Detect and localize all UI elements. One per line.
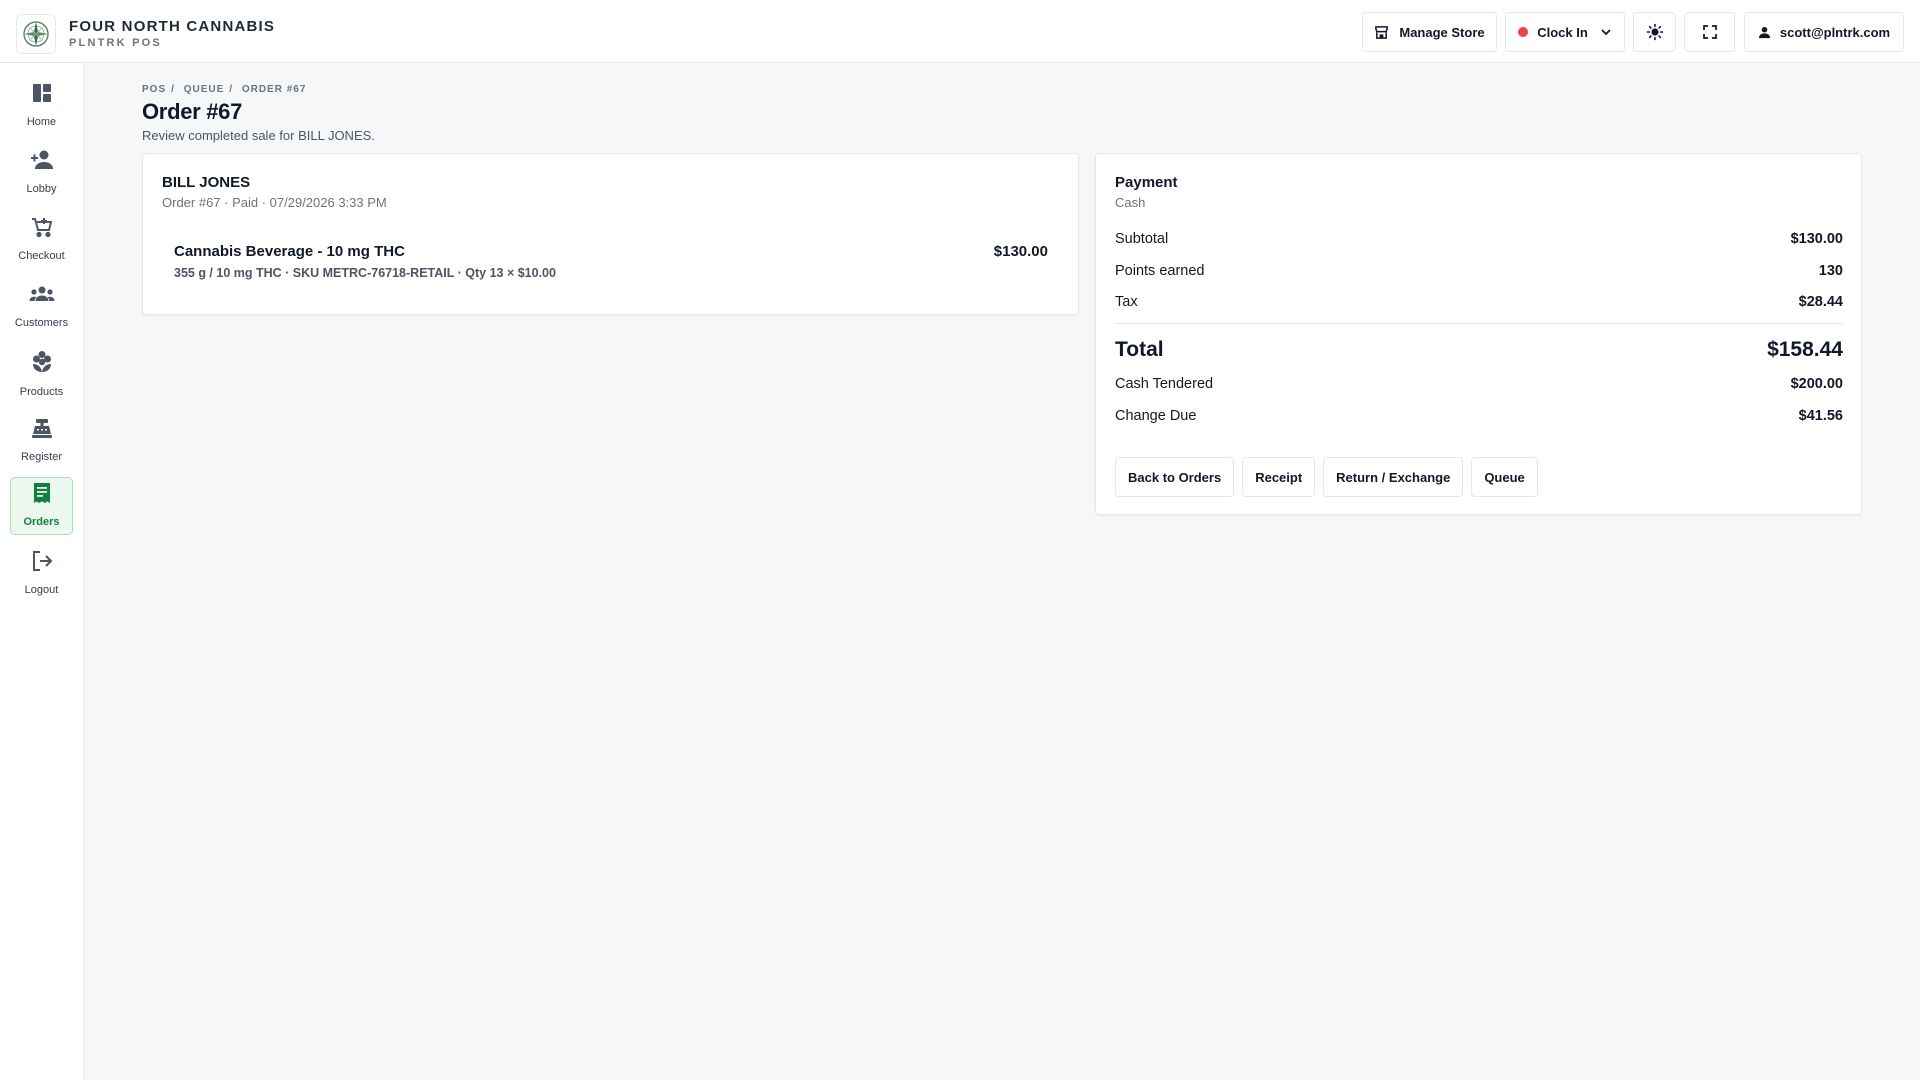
sidebar-item-register[interactable]: Register — [10, 412, 73, 470]
sidebar: Home Lobby Checkout Customers Products R… — [0, 63, 84, 1080]
person-add-icon — [30, 149, 54, 176]
line-item-price: $130.00 — [993, 243, 1048, 260]
cart-icon — [31, 216, 53, 243]
sidebar-item-lobby[interactable]: Lobby — [10, 144, 73, 202]
sidebar-item-customers[interactable]: Customers — [10, 278, 73, 336]
line-item-name: Cannabis Beverage - 10 mg THC — [174, 243, 405, 260]
payment-card: Payment Cash Subtotal $130.00 Points ear… — [1095, 153, 1862, 515]
change-value: $41.56 — [1798, 408, 1843, 424]
divider — [1115, 323, 1843, 324]
order-meta: Order #67 · Paid · 07/29/2026 3:33 PM — [162, 195, 387, 210]
sidebar-item-products[interactable]: Products — [10, 345, 73, 403]
points-row: Points earned 130 — [1115, 263, 1843, 279]
payment-method: Cash — [1115, 195, 1146, 210]
order-card: BILL JONES Order #67 · Paid · 07/29/2026… — [142, 153, 1079, 315]
tendered-value: $200.00 — [1790, 376, 1843, 392]
subtotal-label: Subtotal — [1115, 231, 1169, 247]
queue-button[interactable]: Queue — [1471, 457, 1538, 497]
user-menu-button[interactable]: scott@plntrk.com — [1744, 12, 1904, 52]
store-icon — [1374, 25, 1389, 40]
points-value: 130 — [1818, 263, 1843, 279]
action-buttons: Back to Orders Receipt Return / Exchange… — [1115, 457, 1546, 497]
manage-store-label: Manage Store — [1399, 24, 1485, 40]
payment-title: Payment — [1115, 174, 1178, 191]
page-title: Order #67 — [142, 99, 243, 124]
sidebar-item-label: Home — [26, 116, 57, 128]
change-label: Change Due — [1115, 408, 1197, 424]
sidebar-item-label: Lobby — [26, 183, 57, 195]
breadcrumb: POS / QUEUE / ORDER #67 — [142, 84, 307, 95]
flower-icon — [31, 350, 53, 379]
line-item-detail: 355 g / 10 mg THC · SKU METRC-76718-RETA… — [174, 266, 556, 280]
customer-name: BILL JONES — [162, 174, 251, 191]
breadcrumb-item-queue[interactable]: QUEUE — [184, 84, 225, 95]
sidebar-item-home[interactable]: Home — [10, 77, 73, 135]
total-label: Total — [1115, 338, 1164, 361]
dashboard-icon — [31, 82, 53, 109]
clock-in-label: Clock In — [1537, 24, 1588, 40]
back-to-orders-button[interactable]: Back to Orders — [1115, 457, 1235, 497]
receipt-button[interactable]: Receipt — [1242, 457, 1316, 497]
receipt-icon — [32, 482, 52, 509]
clock-status-dot — [1518, 27, 1529, 37]
subtotal-row: Subtotal $130.00 — [1115, 231, 1843, 247]
change-row: Change Due $41.56 — [1115, 408, 1843, 424]
breadcrumb-item-pos[interactable]: POS — [142, 84, 166, 95]
total-value: $158.44 — [1767, 338, 1843, 361]
tax-value: $28.44 — [1798, 294, 1843, 310]
breadcrumb-item-current: ORDER #67 — [241, 84, 307, 95]
theme-toggle-button[interactable] — [1633, 12, 1676, 52]
store-name: FOUR NORTH CANNABIS — [69, 18, 276, 35]
sidebar-item-label: Register — [21, 451, 62, 463]
fullscreen-icon — [1702, 25, 1717, 39]
person-icon — [1758, 26, 1771, 39]
tendered-row: Cash Tendered $200.00 — [1115, 376, 1843, 392]
user-email: scott@plntrk.com — [1779, 24, 1891, 40]
sidebar-item-orders[interactable]: Orders — [10, 477, 73, 535]
manage-store-button[interactable]: Manage Store — [1362, 12, 1497, 52]
tendered-label: Cash Tendered — [1115, 376, 1214, 392]
register-icon — [31, 417, 53, 444]
fullscreen-button[interactable] — [1684, 12, 1735, 52]
chevron-down-icon — [1600, 26, 1612, 38]
tax-label: Tax — [1115, 294, 1138, 310]
page-subtitle: Review completed sale for BILL JONES. — [142, 128, 375, 143]
sidebar-item-logout[interactable]: Logout — [10, 545, 73, 603]
sidebar-item-label: Customers — [14, 317, 69, 329]
brand: FOUR NORTH CANNABIS PLNTRK POS — [16, 14, 275, 54]
subtotal-value: $130.00 — [1790, 231, 1843, 247]
clock-in-button[interactable]: Clock In — [1505, 12, 1625, 52]
sidebar-item-label: Logout — [24, 584, 59, 596]
total-row: Total $158.44 — [1115, 338, 1843, 362]
tax-row: Tax $28.44 — [1115, 294, 1843, 310]
group-icon — [29, 283, 55, 310]
points-label: Points earned — [1115, 263, 1205, 279]
sidebar-item-label: Products — [19, 386, 64, 398]
sun-icon — [1646, 23, 1664, 41]
logout-icon — [31, 550, 53, 577]
return-exchange-button[interactable]: Return / Exchange — [1323, 457, 1464, 497]
sidebar-item-label: Orders — [23, 516, 60, 528]
sidebar-item-checkout[interactable]: Checkout — [10, 211, 73, 269]
app-name: PLNTRK POS — [69, 37, 162, 49]
sidebar-item-label: Checkout — [18, 250, 65, 262]
compass-logo-icon — [16, 14, 56, 54]
top-bar: FOUR NORTH CANNABIS PLNTRK POS Manage St… — [0, 0, 1920, 63]
